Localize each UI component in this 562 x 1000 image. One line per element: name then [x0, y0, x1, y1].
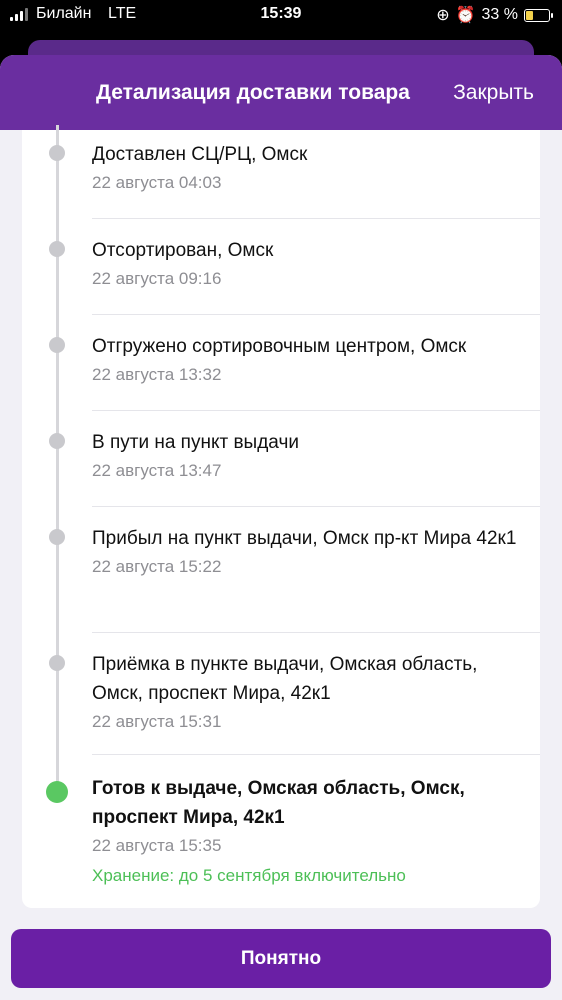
timeline-dot: [49, 529, 65, 545]
timeline-line: [56, 125, 59, 795]
timeline-dot: [49, 241, 65, 257]
delivery-details-sheet: Детализация доставки товара Закрыть Дост…: [0, 55, 562, 1000]
timeline-dot: [49, 337, 65, 353]
timeline-card: Доставлен СЦ/РЦ, Омск 22 августа 04:03 О…: [22, 125, 540, 908]
event-name: Готов к выдаче, Омская область, Омск, пр…: [92, 778, 465, 828]
event-name: Отгружено сортировочным центром, Омск: [92, 336, 467, 357]
event-date: 22 августа 13:47: [92, 461, 222, 480]
event-name: Отсортирован, Омск: [92, 240, 274, 261]
divider: [92, 314, 540, 315]
orientation-lock-icon: ⊕: [436, 7, 450, 24]
timeline-dot: [49, 145, 65, 161]
divider: [92, 218, 540, 219]
timeline-event: Доставлен СЦ/РЦ, Омск 22 августа 04:03: [92, 140, 522, 193]
alarm-icon: ⏰: [455, 7, 476, 24]
event-date: 22 августа 09:16: [92, 269, 222, 288]
status-bar: Билайн LTE 15:39 ⊕ ⏰ 33 %: [0, 0, 562, 30]
timeline-dot: [49, 433, 65, 449]
storage-info: Хранение: до 5 сентября включительно: [92, 866, 406, 885]
timeline-event: Отгружено сортировочным центром, Омск 22…: [92, 332, 522, 385]
close-button[interactable]: Закрыть: [453, 81, 534, 105]
timeline-event: В пути на пункт выдачи 22 августа 13:47: [92, 428, 522, 481]
status-right: ⊕ ⏰ 33 %: [436, 5, 553, 25]
timeline-dot: [49, 655, 65, 671]
event-date: 22 августа 13:32: [92, 365, 222, 384]
event-name: Приёмка в пункте выдачи, Омская область,…: [92, 654, 478, 704]
divider: [92, 410, 540, 411]
event-name: Доставлен СЦ/РЦ, Омск: [92, 144, 308, 165]
event-name: В пути на пункт выдачи: [92, 432, 299, 453]
event-date: 22 августа 15:22: [92, 557, 222, 576]
page-title: Детализация доставки товара: [96, 81, 410, 104]
divider: [92, 506, 540, 507]
battery-icon: [524, 8, 553, 22]
timeline-event: Прибыл на пункт выдачи, Омск пр-кт Мира …: [92, 524, 522, 577]
event-date: 22 августа 15:31: [92, 712, 222, 731]
timeline-dot-active: [46, 781, 68, 803]
event-name: Прибыл на пункт выдачи, Омск пр-кт Мира …: [92, 528, 517, 549]
ok-button[interactable]: Понятно: [11, 929, 551, 988]
sheet-header: Детализация доставки товара Закрыть: [0, 55, 562, 130]
timeline-event-current: Готов к выдаче, Омская область, Омск, пр…: [92, 774, 522, 886]
timeline-event: Приёмка в пункте выдачи, Омская область,…: [92, 650, 522, 732]
divider: [92, 754, 540, 755]
battery-percent: 33 %: [481, 6, 518, 23]
divider: [92, 632, 540, 633]
event-date: 22 августа 04:03: [92, 173, 222, 192]
event-date: 22 августа 15:35: [92, 836, 222, 855]
timeline-event: Отсортирован, Омск 22 августа 09:16: [92, 236, 522, 289]
